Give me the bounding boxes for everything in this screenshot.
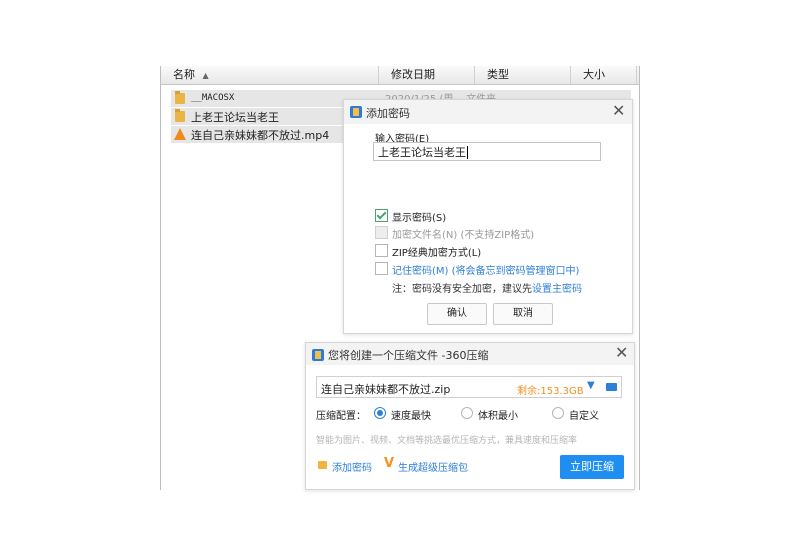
dialog-titlebar: 您将创建一个压缩文件 -360压缩 ✕ [306, 343, 634, 365]
sort-up-icon: ▲ [202, 71, 209, 80]
v-badge-icon: V [384, 456, 395, 471]
column-name-label: 名称 [173, 68, 195, 81]
dialog-titlebar: 添加密码 ✕ [344, 100, 632, 124]
app-icon [350, 106, 362, 118]
close-icon[interactable]: ✕ [612, 103, 625, 119]
vlc-cone-icon [174, 128, 186, 140]
column-header-bar: 名称 ▲ 修改日期 类型 大小 [161, 66, 639, 85]
show-password-checkbox[interactable] [375, 209, 388, 222]
app-icon [312, 349, 324, 361]
security-note-text: 注：密码没有安全加密，建议先 [392, 284, 532, 295]
column-name[interactable]: 名称 ▲ [161, 66, 379, 84]
close-icon[interactable]: ✕ [615, 345, 628, 361]
free-space: 剩余:153.3GB [517, 386, 584, 397]
file-name: 连自己亲妹妹都不放过.mp4 [191, 129, 330, 142]
radio-fastest[interactable] [374, 407, 386, 419]
password-input-value: 上老王论坛当老王 [378, 146, 466, 159]
create-archive-dialog: 您将创建一个压缩文件 -360压缩 ✕ 连自己亲妹妹都不放过.zip 剩余:15… [305, 342, 635, 490]
column-modified-label: 修改日期 [391, 68, 435, 81]
text-cursor [467, 146, 468, 159]
compression-hint: 智能为图片、视频、文档等挑选最优压缩方式，兼具速度和压缩率 [316, 436, 578, 446]
folder-browse-icon[interactable] [606, 383, 617, 391]
compress-now-button[interactable]: 立即压缩 [560, 455, 624, 479]
security-note: 注：密码没有安全加密，建议先设置主密码 [392, 280, 582, 295]
folder-icon [175, 91, 185, 104]
dialog-title: 添加密码 [366, 107, 410, 120]
radio-smallest[interactable] [461, 407, 473, 419]
password-input[interactable]: 上老王论坛当老王 [373, 142, 601, 161]
config-label: 压缩配置： [316, 411, 366, 422]
remember-password-checkbox[interactable] [375, 262, 388, 275]
folder-icon [175, 109, 185, 122]
remember-password-label[interactable]: 记住密码(M) (将会备忘到密码管理窗口中) [392, 262, 579, 277]
column-type[interactable]: 类型 [475, 66, 571, 84]
column-type-label: 类型 [487, 68, 509, 81]
show-password-label: 显示密码(S) [392, 213, 447, 224]
column-size[interactable]: 大小 [571, 66, 637, 84]
file-name: __MACOSX [191, 93, 235, 103]
add-password-dialog: 添加密码 ✕ 输入密码(E) 上老王论坛当老王 显示密码(S) 加密文件名(N)… [343, 99, 633, 334]
encrypt-filenames-label: 加密文件名(N) (不支持ZIP格式) [392, 230, 535, 241]
archive-path-field[interactable]: 连自己亲妹妹都不放过.zip 剩余:153.3GB ▼ [316, 376, 622, 398]
encrypt-filenames-checkbox [375, 226, 388, 239]
set-master-password-link[interactable]: 设置主密码 [532, 284, 582, 295]
zip-classic-checkbox[interactable] [375, 244, 388, 257]
radio-smallest-label: 体积最小 [478, 411, 518, 422]
archive-filename: 连自己亲妹妹都不放过.zip [321, 383, 451, 396]
column-size-label: 大小 [583, 68, 605, 81]
radio-custom[interactable] [552, 407, 564, 419]
cancel-button[interactable]: 取消 [493, 303, 553, 325]
column-modified[interactable]: 修改日期 [379, 66, 475, 84]
dropdown-arrow-icon[interactable]: ▼ [587, 380, 595, 391]
super-package-link[interactable]: 生成超级压缩包 [398, 459, 468, 474]
dialog-title: 您将创建一个压缩文件 -360压缩 [328, 349, 489, 362]
ok-button[interactable]: 确认 [427, 303, 487, 325]
radio-custom-label: 自定义 [569, 411, 599, 422]
file-name: 上老王论坛当老王 [191, 111, 279, 124]
zip-classic-label: ZIP经典加密方式(L) [392, 248, 482, 259]
radio-fastest-label: 速度最快 [391, 411, 431, 422]
lock-icon [318, 461, 327, 469]
add-password-link[interactable]: 添加密码 [332, 459, 372, 474]
